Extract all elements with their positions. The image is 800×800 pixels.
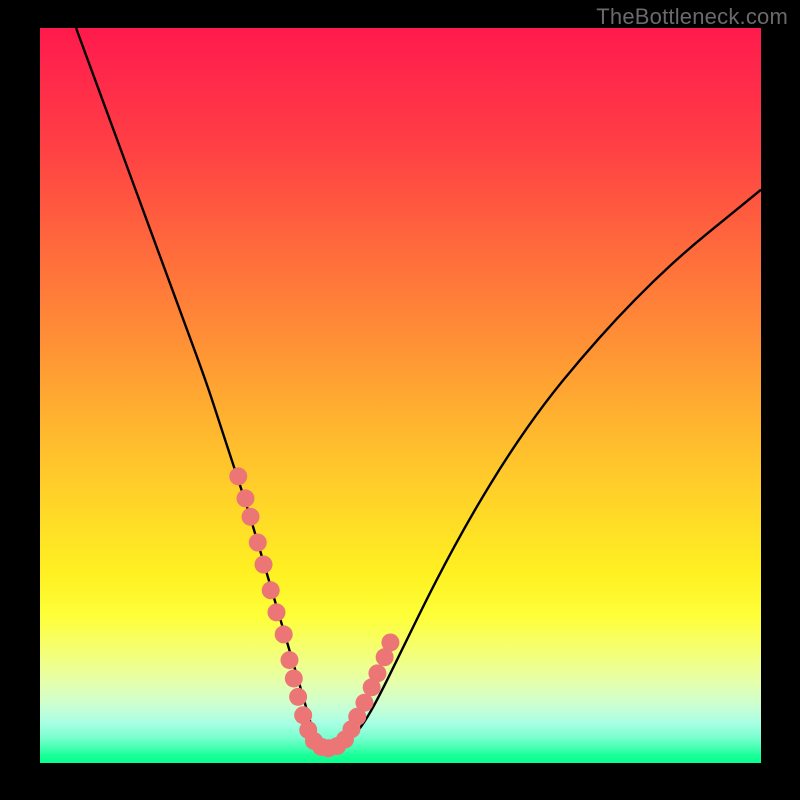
marker-dot (275, 625, 293, 643)
marker-dot (355, 694, 373, 712)
marker-dot (236, 489, 254, 507)
plot-area (40, 28, 761, 763)
marker-cluster (229, 467, 399, 757)
marker-dot (229, 467, 247, 485)
chart-frame: TheBottleneck.com (0, 0, 800, 800)
marker-dot (262, 581, 280, 599)
marker-dot (285, 669, 303, 687)
marker-dot (368, 664, 386, 682)
curve-line (76, 28, 761, 747)
marker-dot (249, 534, 267, 552)
marker-dot (280, 651, 298, 669)
marker-dot (381, 633, 399, 651)
marker-dot (267, 603, 285, 621)
marker-dot (255, 556, 273, 574)
marker-dot (242, 508, 260, 526)
watermark-text: TheBottleneck.com (596, 4, 788, 30)
bottleneck-curve (76, 28, 761, 747)
curve-svg (40, 28, 761, 763)
marker-dot (289, 688, 307, 706)
